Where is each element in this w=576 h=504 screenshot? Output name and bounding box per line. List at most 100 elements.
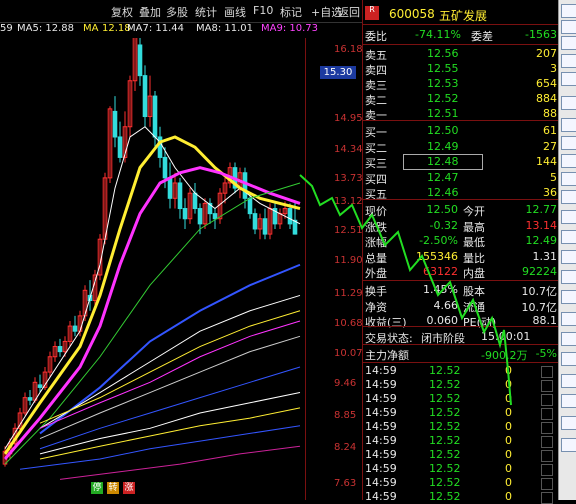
sidebar-tool-icon[interactable]: [561, 210, 576, 224]
toolbar-button-8[interactable]: 返回: [338, 4, 360, 20]
tick-price: 12.52: [429, 448, 461, 461]
sidebar-tool-icon[interactable]: [561, 72, 576, 86]
sidebar-tool-icon[interactable]: [561, 118, 576, 132]
ma5-value: MA5: 12.88: [17, 23, 75, 34]
candle-body: [27, 397, 33, 401]
quote-panel: R 600058 五矿发展 委比 -74.11% 委差 -1563 卖五 12.5…: [362, 0, 559, 504]
ma5-line: [4, 126, 301, 450]
toolbar-button-4[interactable]: 画线: [224, 4, 246, 20]
stat-v1: -0.32: [429, 218, 458, 232]
stat-l2: 内盘: [463, 267, 485, 280]
tick-row[interactable]: 14:59 12.52 0: [363, 476, 559, 490]
trade-time: 15:00:01: [481, 330, 531, 343]
tick-row[interactable]: 14:59 12.52 0: [363, 490, 559, 504]
toolbar-button-0[interactable]: 复权: [111, 4, 133, 20]
ask-volume: 654: [536, 77, 557, 90]
candle-body: [157, 136, 163, 158]
sidebar-tool-icon[interactable]: [561, 54, 576, 68]
tick-time: 14:59: [365, 364, 397, 377]
price-tick-label: 16.18: [334, 44, 363, 55]
stat-l1: 外盘: [365, 267, 387, 280]
sidebar-tool-icon[interactable]: [561, 250, 576, 264]
sidebar-tool-icon[interactable]: [561, 190, 576, 204]
candle-body: [142, 75, 148, 118]
sidebar-tool-icon[interactable]: [561, 270, 576, 284]
sidebar-tool-icon[interactable]: [561, 312, 576, 326]
sidebar-tool-icon[interactable]: [561, 230, 576, 244]
tick-vol: 0: [505, 434, 512, 447]
tag-halt[interactable]: 停: [91, 482, 103, 494]
sidebar-tool-icon[interactable]: [561, 394, 576, 408]
sidebar-tool-icon[interactable]: [561, 374, 576, 388]
bid-price: 12.50: [427, 124, 459, 137]
price-tick-label: 14.95: [334, 113, 363, 124]
ask-price: 12.53: [427, 77, 459, 90]
sidebar-tool-icon[interactable]: [561, 352, 576, 366]
toolbar-button-6[interactable]: 标记: [280, 4, 302, 20]
tick-marker: [541, 422, 553, 434]
stat-v2: 12.49: [525, 234, 558, 247]
stock-flag-icon: R: [365, 6, 379, 20]
toolbar-button-1[interactable]: 叠加: [139, 4, 161, 20]
sidebar-tool-icon[interactable]: [561, 416, 576, 430]
tick-row[interactable]: 14:59 12.52 0: [363, 406, 559, 420]
ma-legend-prefix: 59: [0, 23, 13, 34]
tick-marker: [541, 436, 553, 448]
sidebar-tool-icon[interactable]: [561, 20, 576, 34]
tick-price: 12.52: [429, 462, 461, 475]
candlestick-chart[interactable]: 16.58: [0, 38, 305, 500]
price-axis: 15.30 16.18 14.95 14.34 13.73 13.12 12.51 11.9…: [305, 38, 363, 500]
ask-volume: 3: [550, 62, 557, 75]
tick-row[interactable]: 14:59 12.52 0: [363, 378, 559, 392]
sidebar-tool-icon[interactable]: [561, 154, 576, 168]
bid-volume: 61: [543, 124, 557, 137]
tick-vol: 0: [505, 448, 512, 461]
toolbar-button-2[interactable]: 多股: [166, 4, 188, 20]
tick-row[interactable]: 14:59 12.52 0: [363, 448, 559, 462]
tick-row[interactable]: 14:59 12.52 0: [363, 364, 559, 378]
tick-vol: 0: [505, 462, 512, 475]
stat-v2: 12.77: [525, 203, 558, 216]
tick-marker: [541, 492, 553, 504]
tick-vol: 0: [505, 490, 512, 503]
stat-v2: 13.14: [525, 218, 558, 232]
candle-body: [37, 384, 43, 388]
tick-price: 12.52: [429, 392, 461, 405]
tick-price: 12.52: [429, 420, 461, 433]
tick-vol: 0: [505, 364, 512, 377]
sidebar-tool-icon[interactable]: [561, 438, 576, 452]
price-tick-label: 10.68: [334, 318, 363, 329]
sidebar-tool-icon[interactable]: [561, 172, 576, 186]
tag-transfer[interactable]: 转: [107, 482, 119, 494]
sidebar-tool-icon[interactable]: [561, 332, 576, 346]
candle-body: [287, 208, 293, 225]
stat-row: 外盘 63122 内盘 92224: [363, 263, 559, 281]
sidebar-tool-icon[interactable]: [561, 4, 576, 18]
stat-v1: 63122: [423, 265, 458, 278]
ask-price: 12.56: [427, 47, 459, 60]
price-tick-label: 11.90: [334, 255, 363, 266]
bid-volume: 5: [550, 170, 557, 184]
ratio-value: -74.11%: [415, 28, 461, 41]
sidebar-tool-icon[interactable]: [561, 136, 576, 150]
sidebar-tool-icon[interactable]: [561, 96, 576, 110]
bid-price: 12.47: [427, 170, 459, 184]
tag-limit-up[interactable]: 涨: [123, 482, 135, 494]
tick-row[interactable]: 14:59 12.52 0: [363, 420, 559, 434]
stat-v2: 92224: [522, 265, 557, 278]
tick-marker: [541, 394, 553, 406]
toolbar-button-5[interactable]: F10: [253, 4, 273, 17]
ask-volume: 207: [536, 47, 557, 60]
tick-time: 14:59: [365, 434, 397, 447]
tick-row[interactable]: 14:59 12.52 0: [363, 392, 559, 406]
sidebar-tool-icon[interactable]: [561, 36, 576, 50]
ma-long-white2: [39, 392, 301, 455]
toolbar-button-3[interactable]: 统计: [195, 4, 217, 20]
sidebar-tool-icon[interactable]: [561, 290, 576, 304]
tick-time: 14:59: [365, 448, 397, 461]
tick-row[interactable]: 14:59 12.52 0: [363, 434, 559, 448]
main-net-label: 主力净额: [365, 349, 409, 362]
main-net-row[interactable]: 主力净额 -900.2万 -5%: [363, 345, 559, 363]
tick-row[interactable]: 14:59 12.52 0: [363, 462, 559, 476]
candle-body: [262, 218, 268, 235]
